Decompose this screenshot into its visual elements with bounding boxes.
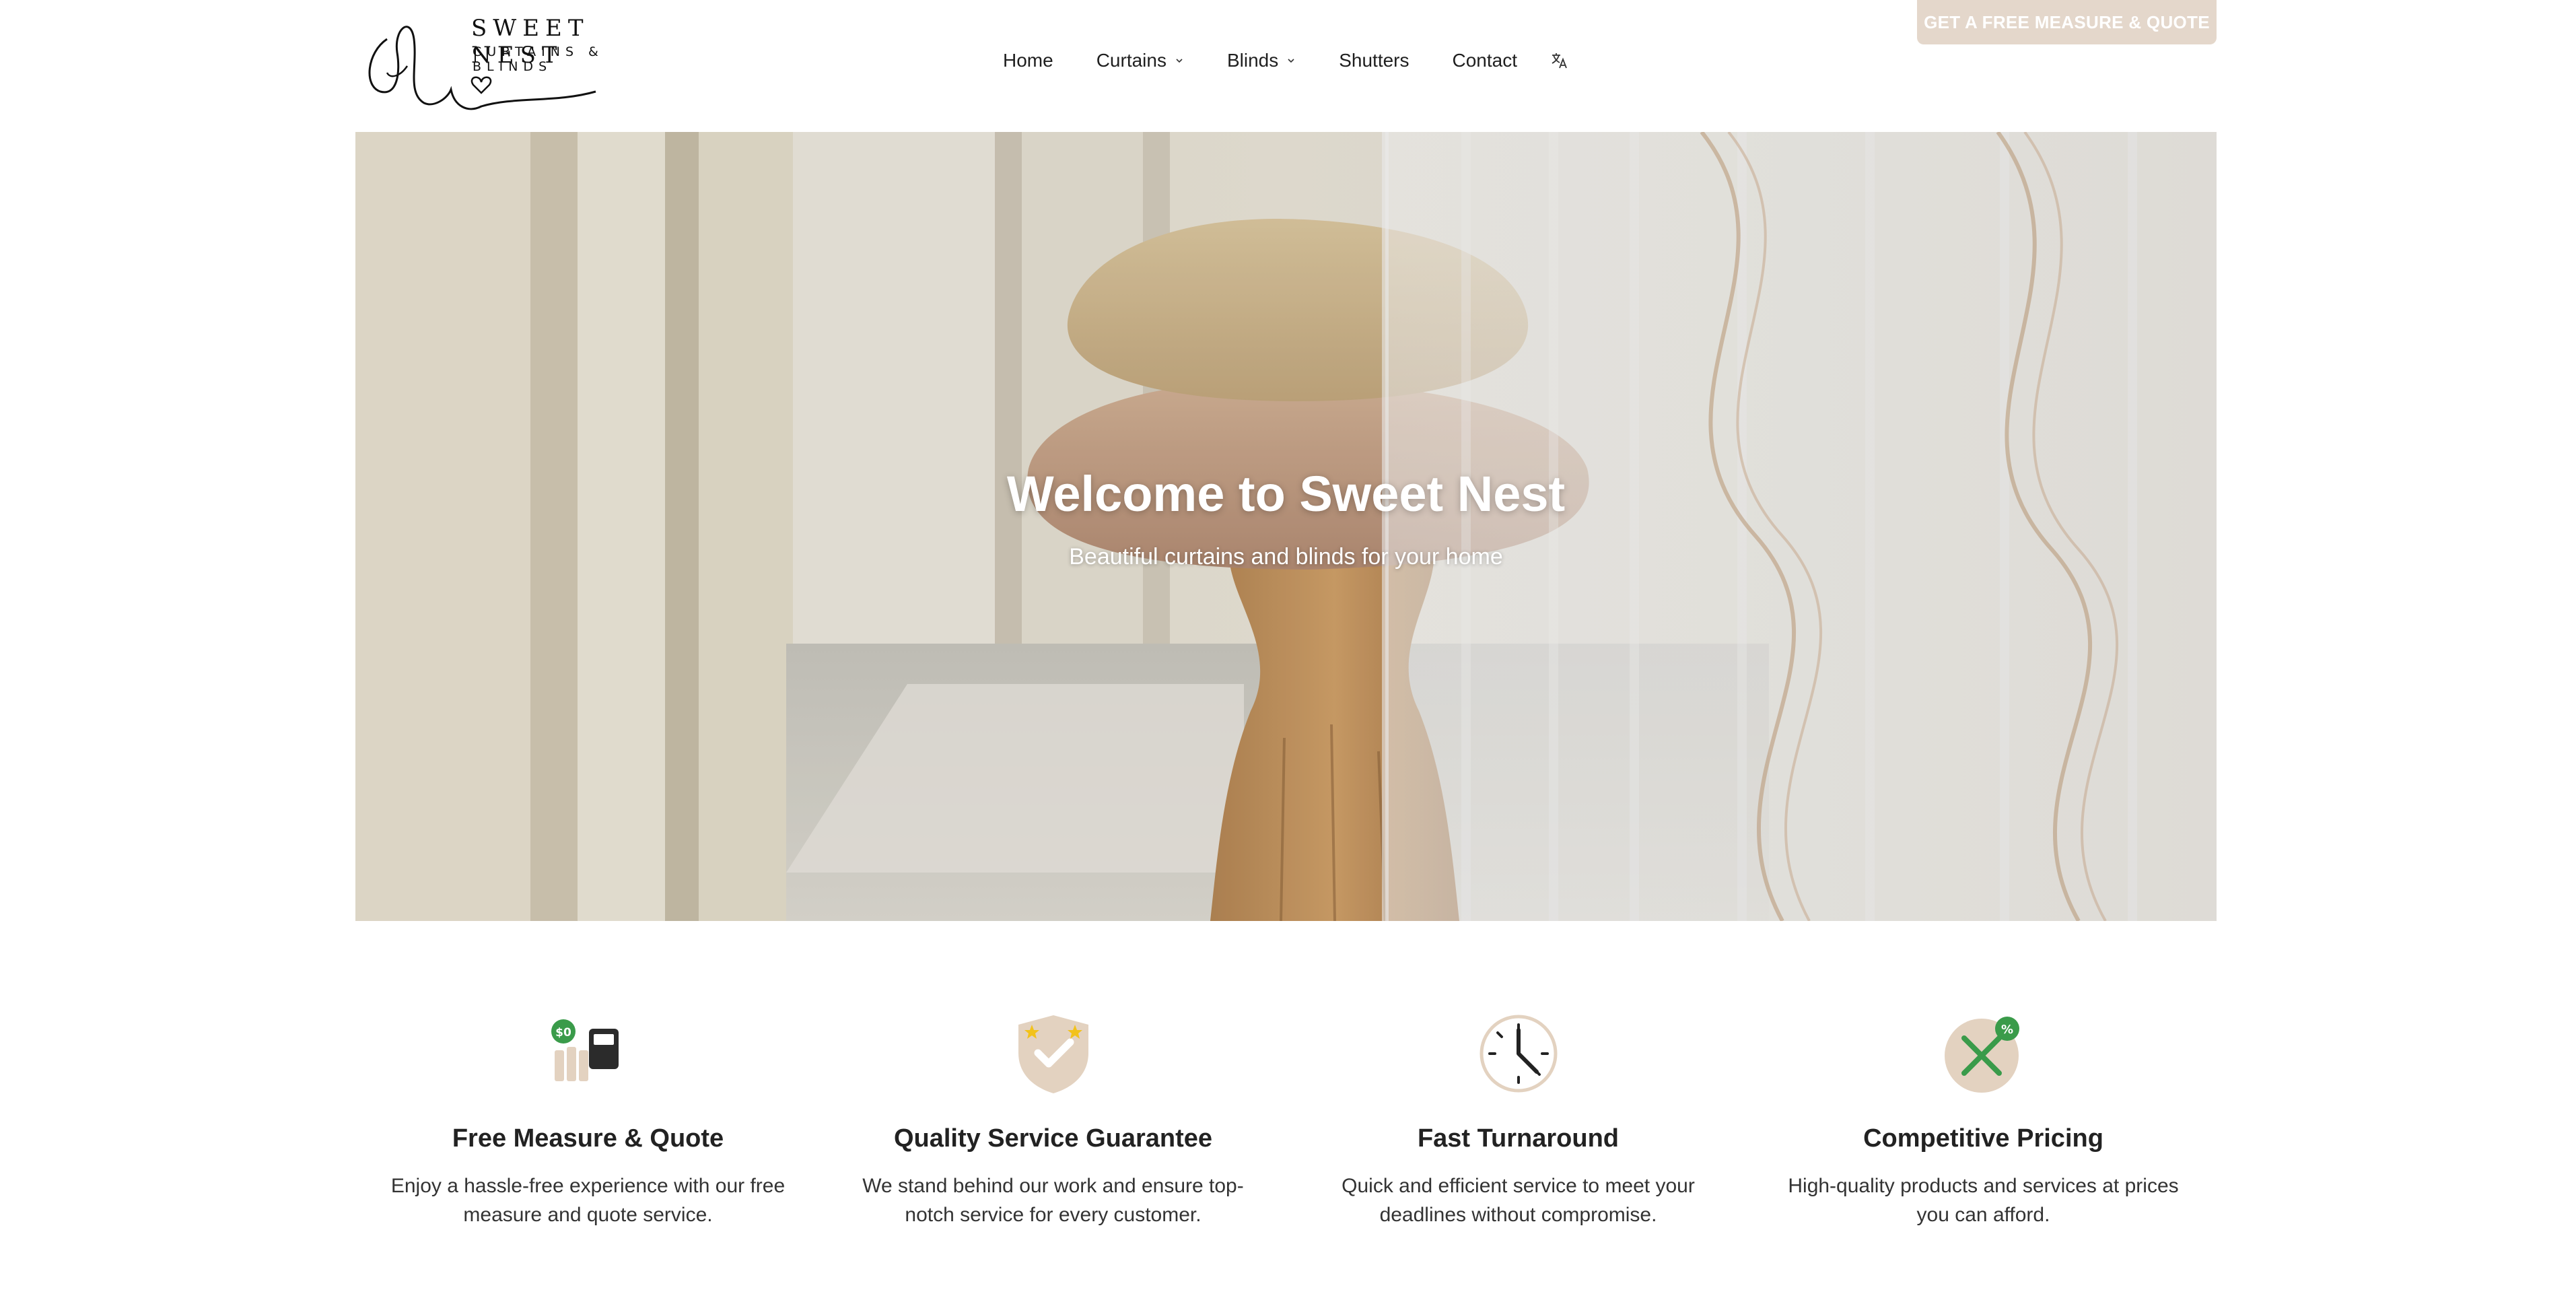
hero-banner: Welcome to Sweet Nest Beautiful curtains… [355,132,2217,921]
nav-item-blinds[interactable]: Blinds [1227,50,1296,71]
nav-item-label: Contact [1452,50,1518,71]
svg-text:%: % [2000,1023,2013,1037]
hero-title: Welcome to Sweet Nest [1006,466,1566,522]
feature-text: Quick and efficient service to meet your… [1342,1175,1695,1226]
discount-tag-icon: % [1944,1017,2019,1093]
translate-icon[interactable] [1550,50,1570,71]
feature-title: Free Measure & Quote [452,1124,724,1153]
feature-quality-service: Quality Service Guarantee We stand behin… [821,996,1286,1252]
nav-item-label: Shutters [1339,50,1409,71]
nav-item-curtains[interactable]: Curtains [1096,50,1184,71]
chevron-down-icon [1176,59,1183,63]
page: SWEET NEST CURTAINS & BLINDS Home Curtai… [0,0,2576,1298]
free-measure-quote-button[interactable]: GET A FREE MEASURE & QUOTE [1917,0,2217,44]
chevron-down-icon [1288,59,1294,63]
feature-title: Fast Turnaround [1417,1124,1620,1153]
nav-item-label: Blinds [1226,50,1279,71]
hero-image [355,132,2217,921]
feature-text: We stand behind our work and ensure top-… [862,1175,1244,1226]
hero-subtitle: Beautiful curtains and blinds for your h… [1069,544,1503,570]
shield-check-icon [1018,1015,1088,1093]
feature-text: High-quality products and services at pr… [1788,1175,2179,1226]
site-header: SWEET NEST CURTAINS & BLINDS Home Curtai… [0,0,2576,132]
features-section: $0 Free Measure & Quote Enjoy a hassle-f… [355,996,2217,1252]
site-logo[interactable]: SWEET NEST CURTAINS & BLINDS [360,12,656,120]
clock-icon [1480,1015,1557,1093]
nav-item-label: Home [1003,50,1053,71]
logo-tagline: CURTAINS & BLINDS [473,44,604,74]
nav-item-label: Curtains [1096,50,1167,71]
feature-title: Competitive Pricing [1863,1124,2103,1153]
svg-text:$0: $0 [555,1026,571,1039]
feature-fast-turnaround: Fast Turnaround Quick and efficient serv… [1286,996,1751,1252]
feature-free-measure: $0 Free Measure & Quote Enjoy a hassle-f… [355,996,821,1252]
nav-item-shutters[interactable]: Shutters [1339,50,1409,71]
feature-text: Enjoy a hassle-free experience with our … [390,1175,786,1226]
calculator-coins-icon: $0 [551,1019,619,1081]
main-nav: Home Curtains Blinds Shutters Contact [1003,47,1570,74]
feature-competitive-pricing: % Competitive Pricing High-quality produ… [1751,996,2216,1252]
feature-title: Quality Service Guarantee [893,1124,1213,1153]
nav-item-home[interactable]: Home [1003,50,1053,71]
nav-item-contact[interactable]: Contact [1453,50,1518,71]
